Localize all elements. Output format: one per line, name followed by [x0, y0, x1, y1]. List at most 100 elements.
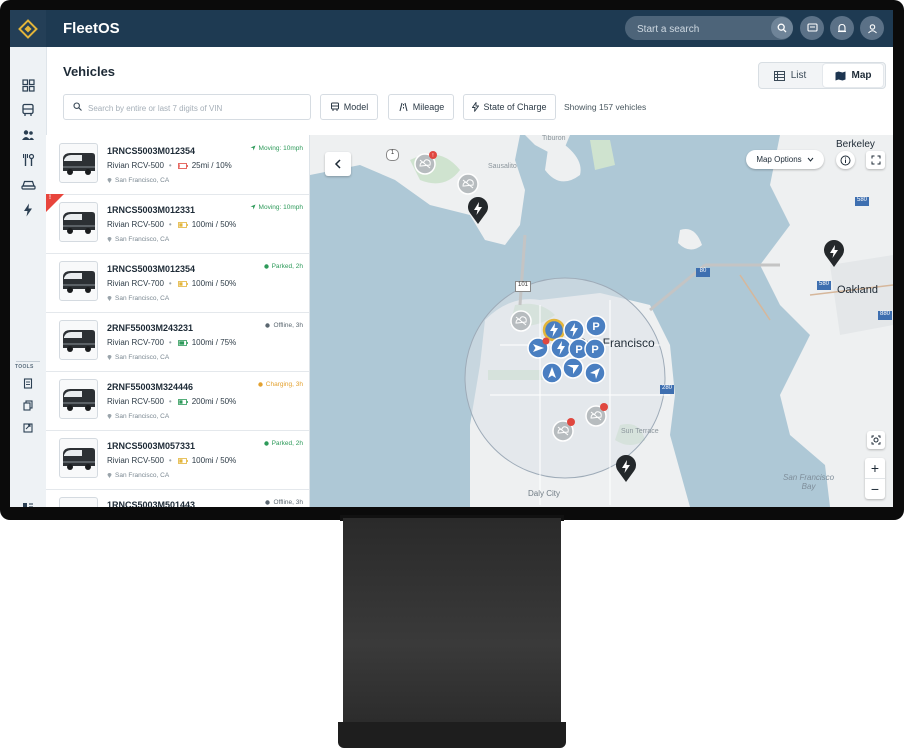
- vehicle-vin: 2RNF55003M324446: [107, 382, 194, 392]
- vehicle-location: San Francisco, CA: [115, 177, 170, 184]
- status-dot-icon: [265, 323, 271, 328]
- road-icon: [399, 102, 408, 112]
- vehicle-marker-offline[interactable]: [510, 310, 532, 337]
- highway-280-shield: 280: [660, 385, 674, 394]
- sidebar-collapse-button[interactable]: [19, 499, 37, 507]
- highway-1-shield: 1: [386, 149, 399, 161]
- vehicle-row[interactable]: 1RNCS5003M012354 Rivian RCV-500 • 25mi / 10…: [46, 135, 309, 195]
- sidebar-tool-reports[interactable]: [19, 375, 37, 391]
- sidebar-item-charging[interactable]: [19, 202, 37, 218]
- vehicle-status: Charging, 3h: [258, 381, 303, 388]
- vin-search-input[interactable]: [86, 99, 305, 117]
- vehicle-charge: 100mi / 50%: [191, 456, 237, 465]
- profile-button[interactable]: [860, 16, 884, 40]
- sidebar: TOOLS: [10, 47, 47, 507]
- charging-station-marker[interactable]: [823, 240, 845, 273]
- lightning-icon: [24, 203, 32, 217]
- map-options-button[interactable]: Map Options: [746, 150, 824, 169]
- vehicle-marker-offline[interactable]: [585, 403, 609, 432]
- delivery-van-icon: [63, 330, 95, 352]
- sidebar-item-maintenance[interactable]: [19, 152, 37, 168]
- sidebar-tool-export[interactable]: [19, 419, 37, 435]
- location-pin-icon: [107, 473, 112, 479]
- vehicle-row[interactable]: 1RNCS5003M501443 Offline, 3h: [46, 489, 309, 507]
- vehicle-marker-offline[interactable]: [457, 173, 479, 200]
- vehicle-row[interactable]: 2RNF55003M243231 Rivian RCV-700 • 100mi / 7…: [46, 312, 309, 372]
- messages-button[interactable]: [800, 16, 824, 40]
- search-button[interactable]: [771, 17, 793, 39]
- vehicle-row[interactable]: 2RNF55003M324446 Rivian RCV-500 • 200mi / 5…: [46, 371, 309, 431]
- zoom-in-button[interactable]: +: [865, 458, 885, 479]
- sidebar-item-trips[interactable]: [19, 177, 37, 193]
- vehicle-location: San Francisco, CA: [115, 354, 170, 361]
- vehicle-status-text: Moving: 10mph: [258, 204, 303, 211]
- vehicle-marker-parked[interactable]: P: [584, 338, 606, 365]
- vehicle-marker-moving[interactable]: [562, 357, 584, 384]
- vin-search[interactable]: [63, 94, 311, 120]
- charge-filter-label: State of Charge: [483, 102, 547, 112]
- document-icon: [23, 377, 33, 389]
- chevron-down-icon: [807, 157, 814, 162]
- sidebar-tool-copy[interactable]: [19, 397, 37, 413]
- logo[interactable]: [10, 10, 46, 47]
- charge-filter-button[interactable]: State of Charge: [463, 94, 556, 120]
- vehicle-vin: 2RNF55003M243231: [107, 323, 194, 333]
- map-info-button[interactable]: [836, 151, 855, 169]
- vehicle-row[interactable]: ! 1RNCS5003M012331 Rivian RCV-500 • 100mi / …: [46, 194, 309, 254]
- vehicle-model-line: Rivian RCV-700 • 100mi / 50%: [107, 279, 236, 288]
- vehicle-vin: 1RNCS5003M012331: [107, 205, 196, 215]
- label-berkeley: Berkeley: [836, 139, 875, 150]
- model-filter-label: Model: [343, 102, 369, 112]
- charging-station-marker[interactable]: [467, 197, 489, 230]
- status-dot-icon: [263, 441, 269, 446]
- navigation-arrow-icon: [250, 204, 256, 210]
- vehicle-model-line: Rivian RCV-500 • 25mi / 10%: [107, 161, 232, 170]
- sidebar-item-drivers[interactable]: [19, 127, 37, 143]
- global-search[interactable]: [625, 16, 793, 40]
- diamond-logo-icon: [18, 18, 38, 39]
- bus-icon: [330, 102, 339, 111]
- svg-text:P: P: [591, 344, 598, 356]
- sidebar-item-vehicles[interactable]: [19, 102, 37, 118]
- vehicle-marker-offline[interactable]: [552, 418, 576, 447]
- global-search-input[interactable]: [635, 20, 769, 38]
- vehicle-row[interactable]: 1RNCS5003M057331 Rivian RCV-500 • 100mi / 5…: [46, 430, 309, 490]
- tools-label: TOOLS: [15, 364, 34, 370]
- vehicle-marker-offline[interactable]: !: [414, 151, 438, 180]
- vehicle-list: 1RNCS5003M012354 Rivian RCV-500 • 25mi / 10…: [46, 135, 310, 507]
- sidebar-item-dashboard[interactable]: [19, 77, 37, 93]
- navigation-arrow-icon: [584, 362, 606, 384]
- vehicle-status-text: Offline, 3h: [273, 499, 303, 506]
- recenter-button[interactable]: [867, 431, 885, 449]
- navigation-arrow-icon: [527, 337, 550, 359]
- vehicle-vin: 1RNCS5003M012354: [107, 264, 196, 274]
- label-tiburon: Tiburon: [542, 135, 566, 142]
- collapse-list-button[interactable]: [325, 152, 351, 176]
- vehicle-marker-moving[interactable]: [527, 336, 551, 365]
- vehicle-model-line: Rivian RCV-500 • 100mi / 50%: [107, 220, 236, 229]
- bus-icon: [22, 103, 34, 116]
- map-view-button[interactable]: Map: [823, 64, 883, 87]
- charging-station-marker[interactable]: [615, 455, 637, 488]
- vehicle-model: Rivian RCV-500: [107, 397, 164, 406]
- map-icon: [835, 71, 845, 80]
- notifications-button[interactable]: [830, 16, 854, 40]
- vehicle-location: San Francisco, CA: [115, 413, 170, 420]
- vehicle-marker-moving[interactable]: [541, 362, 563, 389]
- model-filter-button[interactable]: Model: [320, 94, 378, 120]
- zoom-out-button[interactable]: −: [865, 479, 885, 499]
- search-icon: [777, 23, 787, 33]
- vehicle-charge: 25mi / 10%: [191, 161, 232, 170]
- mileage-filter-button[interactable]: Mileage: [388, 94, 454, 120]
- fullscreen-button[interactable]: [866, 151, 885, 169]
- vehicle-row[interactable]: 1RNCS5003M012354 Rivian RCV-700 • 100mi / 5…: [46, 253, 309, 313]
- vehicle-model: Rivian RCV-700: [107, 279, 164, 288]
- vehicle-model-line: Rivian RCV-500 • 100mi / 50%: [107, 456, 236, 465]
- offline-cloud-icon: [457, 173, 479, 195]
- fleet-map[interactable]: 1 101 80 580 880 280 580 Berkeley Oaklan…: [310, 135, 893, 507]
- vehicle-marker-moving[interactable]: [584, 362, 606, 389]
- list-view-button[interactable]: List: [761, 64, 819, 87]
- vehicle-charge: 100mi / 75%: [191, 338, 237, 347]
- vehicle-status: Offline, 3h: [265, 322, 303, 329]
- vehicle-charge: 200mi / 50%: [191, 397, 237, 406]
